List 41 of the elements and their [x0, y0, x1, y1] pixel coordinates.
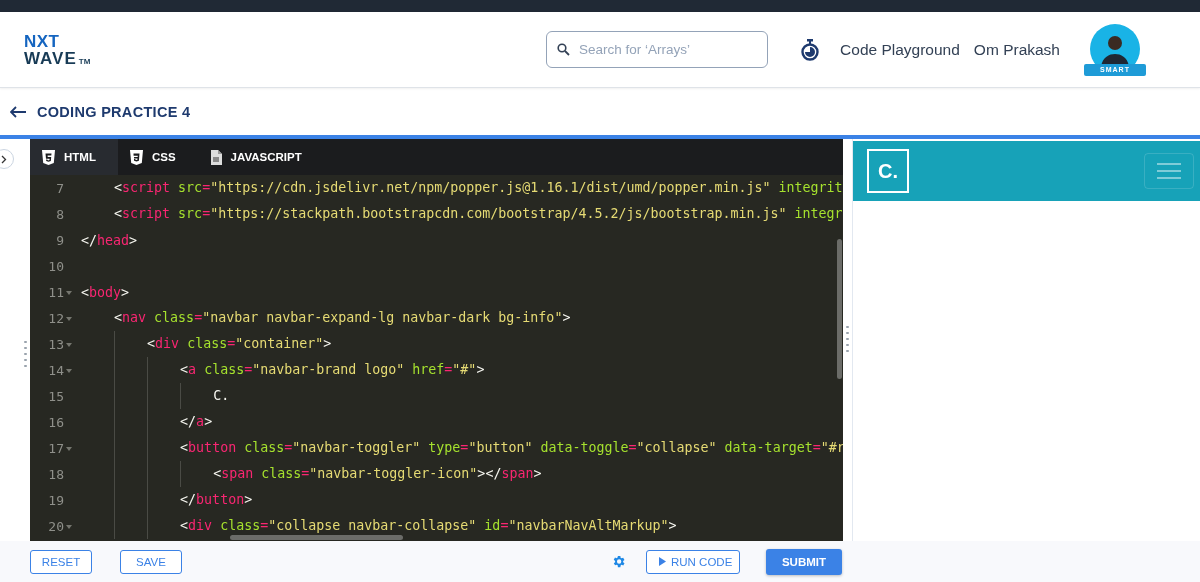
nav-link[interactable]: Code Playground: [840, 40, 960, 59]
logo-text: NXT: [24, 32, 61, 50]
code-line: <script src="https://stackpath.bootstrapcdn.com/bootstrap/4.5.2/js/bootstrap.min.js" integr: [113, 205, 843, 223]
line-number: 13: [47, 336, 64, 352]
line-number: 15: [47, 388, 64, 404]
editor-tab[interactable]: HTML: [30, 139, 118, 175]
line-number: 18: [47, 466, 64, 482]
trademark-text: TM: [78, 57, 91, 66]
editor-tab[interactable]: CSS: [117, 139, 198, 175]
code-line: </a>: [81, 409, 213, 435]
line-number: 10: [47, 258, 64, 274]
code-line: <span class="navbar-toggler-icon"></span>: [81, 461, 542, 487]
user-name: Om Prakash: [973, 40, 1060, 59]
code-line: <script src="https://cdn.jsdelivr.net/npm/popper.js@1.16.1/dist/umd/popper.min.js" integrit: [113, 179, 843, 197]
page-title: CODING PRACTICE 4: [37, 103, 191, 120]
submit-button[interactable]: SUBMIT: [766, 548, 842, 575]
code-line: <div class="container">: [81, 331, 332, 357]
code-line: </button>: [81, 487, 253, 513]
line-number: 20: [47, 518, 64, 534]
line-number: 14: [47, 362, 64, 378]
reset-button[interactable]: RESET: [30, 549, 92, 574]
code-line: </head>: [81, 232, 138, 248]
logo-text: WAVE: [24, 49, 77, 67]
code-line: <div class="collapse navbar-collapse" id="navbarNavAltMarkup">: [81, 513, 677, 539]
save-button[interactable]: SAVE: [120, 549, 182, 574]
line-number: 12: [47, 310, 64, 326]
line-number: 16: [47, 414, 64, 430]
line-number: 11: [47, 284, 64, 300]
brand-logo[interactable]: C.: [867, 149, 909, 193]
code-line: <body>: [81, 284, 130, 300]
run-code-button[interactable]: RUN CODE: [646, 549, 740, 574]
code-line: <a class="navbar-brand logo" href="#">: [81, 357, 485, 383]
line-number: 19: [47, 492, 64, 508]
editor-tab[interactable]: JAVASCRIPT: [197, 139, 324, 175]
code-line: <nav class="navbar navbar-expand-lg navbar-dark bg-info">: [113, 309, 571, 327]
line-number: 17: [47, 440, 64, 456]
code-line: C.: [81, 383, 230, 409]
search-field[interactable]: Search for ‘Arrays’: [546, 31, 769, 68]
line-number: 7: [55, 180, 64, 196]
line-number: 8: [55, 206, 64, 222]
line-number: 9: [55, 232, 64, 248]
